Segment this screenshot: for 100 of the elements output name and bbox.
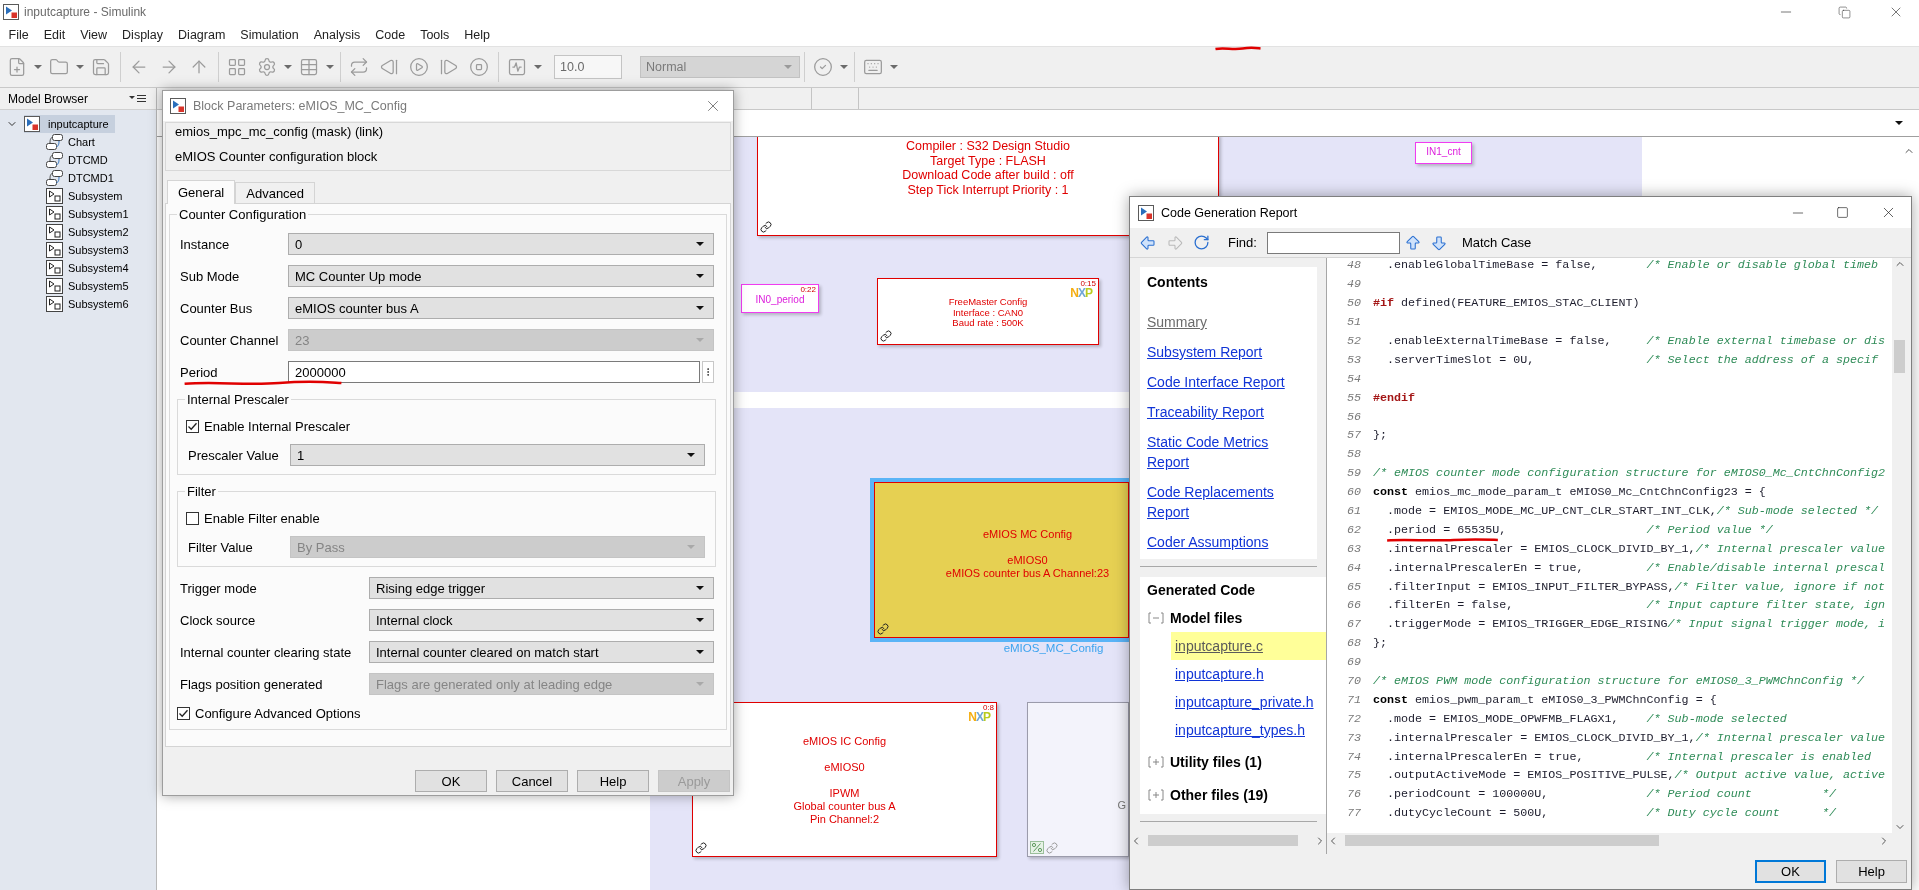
stop-time-field[interactable]: 10.0: [554, 55, 622, 79]
diagram-icon: [24, 116, 40, 132]
minus-bracket-icon[interactable]: [1147, 612, 1165, 624]
dropdown[interactable]: Rising edge trigger: [369, 577, 714, 599]
tab[interactable]: Advanced: [235, 182, 316, 203]
tree-item[interactable]: Subsystem5: [46, 277, 135, 295]
grid-icon[interactable]: [227, 57, 247, 77]
menu-item[interactable]: Analysis: [306, 25, 368, 45]
check-circle-icon[interactable]: [813, 57, 833, 77]
dialog-button[interactable]: OK: [1755, 860, 1826, 883]
dialog-button[interactable]: Help: [577, 770, 649, 792]
plus-bracket-icon[interactable]: [1147, 756, 1165, 768]
dropdown[interactable]: MC Counter Up mode: [288, 265, 714, 287]
checkbox[interactable]: [177, 706, 190, 720]
tree-item[interactable]: DTCMD: [46, 151, 114, 169]
plus-bracket-icon[interactable]: [1147, 789, 1165, 801]
tree-item[interactable]: Subsystem: [46, 187, 129, 205]
sample-time-label: 0:8: [982, 703, 994, 712]
caret-icon[interactable]: [696, 650, 704, 654]
play-icon[interactable]: [409, 57, 429, 77]
caret-icon[interactable]: [696, 274, 704, 278]
menu-item[interactable]: Edit: [36, 25, 73, 45]
arrow-down-icon[interactable]: [1429, 233, 1448, 252]
file-link[interactable]: inputcapture.h: [1171, 660, 1268, 688]
dropdown[interactable]: Internal clock: [369, 609, 714, 631]
folder-icon[interactable]: [49, 57, 69, 77]
menu-item[interactable]: Simulation: [232, 25, 307, 45]
report-link[interactable]: Subsystem Report: [1147, 342, 1263, 362]
report-link[interactable]: Static Code Metrics Report: [1147, 432, 1302, 472]
block-text: Baud rate : 500K: [952, 318, 1024, 329]
menu-item[interactable]: View: [72, 25, 115, 45]
file-link[interactable]: inputcapture_private.h: [1171, 688, 1318, 716]
caret-icon[interactable]: [696, 618, 704, 622]
menu-item[interactable]: Code: [367, 25, 413, 45]
dropdown[interactable]: 0: [288, 233, 714, 255]
block-icon: [46, 224, 63, 240]
refresh-icon[interactable]: [1193, 234, 1210, 251]
file-link[interactable]: inputcapture_types.h: [1171, 716, 1309, 744]
tree-item[interactable]: Subsystem2: [46, 223, 135, 241]
tree-item[interactable]: DTCMD1: [46, 169, 120, 187]
menu-item[interactable]: Tools: [412, 25, 457, 45]
report-link[interactable]: Code Interface Report: [1147, 372, 1285, 392]
file-link[interactable]: inputcapture.c: [1171, 632, 1326, 660]
dropdown[interactable]: 1: [290, 444, 705, 466]
caret-icon[interactable]: [696, 306, 704, 310]
field-label: Counter Channel: [180, 332, 280, 348]
tree-item[interactable]: Subsystem4: [46, 259, 135, 277]
step-back-icon[interactable]: [379, 57, 399, 77]
report-link[interactable]: Summary: [1147, 312, 1207, 332]
dropdown[interactable]: eMIOS counter bus A: [288, 297, 714, 319]
input-field[interactable]: 2000000: [288, 361, 700, 383]
caret-icon[interactable]: [1895, 121, 1903, 125]
scrollbar-thumb[interactable]: [1345, 835, 1659, 846]
tree-item[interactable]: Subsystem1: [46, 205, 135, 223]
menu-icon[interactable]: [129, 94, 146, 103]
file-group-label[interactable]: Model files: [1170, 610, 1243, 626]
stop-icon[interactable]: [469, 57, 489, 77]
report-link[interactable]: Traceability Report: [1147, 402, 1264, 422]
tab[interactable]: General: [167, 180, 236, 204]
arrow-left-icon[interactable]: [1138, 233, 1157, 252]
caret-icon[interactable]: [696, 586, 704, 590]
arrow-right-icon[interactable]: [1165, 233, 1184, 252]
checkbox[interactable]: [186, 419, 199, 433]
repeat-icon[interactable]: [349, 57, 369, 77]
tree-item[interactable]: inputcapture: [24, 115, 115, 133]
report-link[interactable]: Coder Assumptions: [1147, 532, 1269, 552]
save-icon[interactable]: [91, 57, 111, 77]
arrow-up-icon[interactable]: [1403, 233, 1422, 252]
file-plus-icon[interactable]: [7, 57, 27, 77]
menu-item[interactable]: Diagram: [170, 25, 233, 45]
dialog-button[interactable]: Cancel: [496, 770, 568, 792]
report-link[interactable]: Code Replacements Report: [1147, 482, 1302, 522]
dialog-button[interactable]: OK: [415, 770, 487, 792]
settings-icon[interactable]: [257, 57, 277, 77]
restore-icon[interactable]: [1837, 5, 1851, 19]
scrollbar-thumb[interactable]: [1894, 340, 1905, 373]
checkbox[interactable]: [186, 511, 199, 525]
table-icon[interactable]: [299, 57, 319, 77]
tree-item[interactable]: Subsystem6: [46, 295, 135, 313]
tree-item[interactable]: Chart: [46, 133, 101, 151]
scrollbar-thumb[interactable]: [1148, 835, 1298, 846]
tree-item[interactable]: Subsystem3: [46, 241, 135, 259]
caret-icon[interactable]: [687, 453, 695, 457]
file-group-label[interactable]: Other files (19): [1170, 787, 1269, 803]
file-group-label[interactable]: Utility files (1): [1170, 754, 1262, 770]
maximize-icon[interactable]: [1836, 206, 1849, 219]
menu-item[interactable]: Display: [114, 25, 171, 45]
caret-icon[interactable]: [696, 242, 704, 246]
step-forward-icon[interactable]: [439, 57, 459, 77]
menu-item[interactable]: File: [1, 25, 37, 45]
keyboard-icon[interactable]: [863, 57, 883, 77]
code-line: .internalPrescalerEn = true, /* Enable/disable internal prescal: [1386, 560, 1885, 575]
waveform-icon[interactable]: [507, 57, 527, 77]
dialog-button[interactable]: Help: [1836, 860, 1907, 883]
find-field[interactable]: [1266, 231, 1400, 254]
line-number: 73: [1345, 730, 1361, 745]
menu-item[interactable]: Help: [456, 25, 498, 45]
more-button[interactable]: [702, 361, 714, 383]
dropdown[interactable]: Internal counter cleared on match start: [369, 641, 714, 663]
match-case-button[interactable]: Match Case: [1459, 235, 1534, 250]
